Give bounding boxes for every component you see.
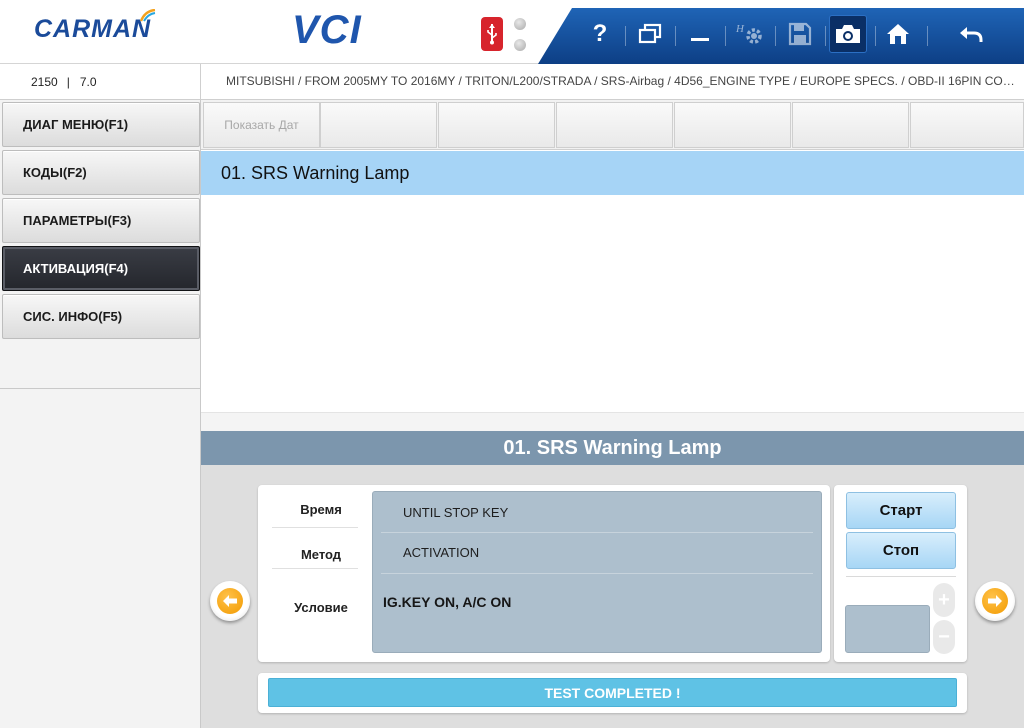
previous-test-button[interactable] [210,581,250,621]
minimize-icon [691,38,709,41]
arrow-left-icon [217,588,243,614]
test-detail-panel: 01. SRS Warning Lamp Время Метод Условие… [201,413,1024,728]
svg-text:H: H [735,23,745,35]
vci-product-label: VCI [292,8,362,52]
version-divider: | [66,75,70,89]
test-info-card: Время Метод Условие UNTIL STOP KEY ACTIV… [258,485,830,662]
control-divider [846,576,956,577]
empty-function-button[interactable] [438,102,555,148]
camera-icon [836,25,860,43]
data-button-row: Показать Дат [201,100,1024,150]
main-toolbar: ? H [538,8,1024,64]
function-sidebar: ДИАГ МЕНЮ(F1) КОДЫ(F2) ПАРАМЕТРЫ(F3) АКТ… [0,100,201,728]
carman-logo: CARMAN [34,9,156,44]
value-divider [381,573,813,574]
toolbar-divider [625,26,626,46]
toolbar-divider [927,26,928,46]
help-icon: ? [592,20,608,47]
value-display-box [845,605,930,653]
empty-function-button[interactable] [910,102,1024,148]
connection-status [481,15,531,55]
label-divider [272,527,358,528]
decrease-button[interactable]: − [933,620,955,654]
home-icon [887,24,909,44]
stop-button[interactable]: Стоп [846,532,956,569]
test-control-card: Старт Стоп + − [834,485,967,662]
test-status-card: TEST COMPLETED ! [258,673,967,713]
software-version: 7.0 [79,75,97,89]
minimize-button[interactable] [681,15,719,53]
test-status-bar: TEST COMPLETED ! [268,678,957,707]
save-icon [788,22,812,46]
save-button[interactable] [781,15,819,53]
minus-icon: − [938,625,950,648]
time-label: Время [300,502,342,517]
toolbar-divider [775,26,776,46]
label-divider [272,568,358,569]
sidebar-divider [0,388,201,389]
window-restore-icon [638,23,662,44]
empty-function-button[interactable] [320,102,437,148]
activation-test-list: 01. SRS Warning Lamp [201,150,1024,413]
logo-text: CARMAN [34,15,152,43]
toolbar-divider [725,26,726,46]
screenshot-button[interactable] [829,15,867,53]
condition-label: Условие [294,600,348,615]
version-info: 2150 | 7.0 [0,64,201,100]
panel-spacer [201,413,1024,431]
plus-icon: + [938,588,950,611]
test-title: 01. SRS Warning Lamp [201,431,1024,465]
sidebar-item-activation[interactable]: АКТИВАЦИЯ(F4) [2,246,200,291]
back-button[interactable] [952,15,990,53]
sidebar-item-codes[interactable]: КОДЫ(F2) [2,150,200,195]
increase-button[interactable]: + [933,583,955,617]
settings-icon: H [735,23,762,44]
method-label: Метод [300,547,342,562]
sidebar-item-diag-menu[interactable]: ДИАГ МЕНЮ(F1) [2,102,200,147]
empty-function-button[interactable] [556,102,673,148]
sidebar-item-system-info[interactable]: СИС. ИНФО(F5) [2,294,200,339]
vehicle-info-bar: 2150 | 7.0 MITSUBISHI / FROM 2005MY TO 2… [0,64,1024,100]
list-item[interactable]: 01. SRS Warning Lamp [201,151,1024,195]
show-data-button[interactable]: Показать Дат [203,102,320,148]
value-divider [381,532,813,533]
arrow-right-icon [982,588,1008,614]
start-button[interactable]: Старт [846,492,956,529]
condition-value: IG.KEY ON, A/C ON [383,594,512,610]
sidebar-item-parameters[interactable]: ПАРАМЕТРЫ(F3) [2,198,200,243]
window-restore-button[interactable] [631,15,669,53]
toolbar-divider [875,26,876,46]
app-header: CARMAN VCI ? H [0,0,1024,64]
help-button[interactable]: ? [581,15,619,53]
method-value: ACTIVATION [403,545,480,560]
toolbar-divider [825,26,826,46]
empty-function-button[interactable] [674,102,791,148]
home-button[interactable] [879,15,917,53]
device-code: 2150 [31,75,58,89]
settings-button[interactable]: H [731,15,769,53]
status-led-1 [514,18,526,30]
toolbar-divider [675,26,676,46]
next-test-button[interactable] [975,581,1015,621]
vehicle-breadcrumb: MITSUBISHI / FROM 2005MY TO 2016MY / TRI… [226,74,1020,88]
logo-swoosh-icon [139,9,156,22]
back-icon [960,27,983,42]
time-value: UNTIL STOP KEY [403,505,509,520]
test-values-box: UNTIL STOP KEY ACTIVATION IG.KEY ON, A/C… [372,491,822,653]
empty-function-button[interactable] [792,102,909,148]
usb-icon [481,17,503,51]
status-led-2 [514,39,526,51]
